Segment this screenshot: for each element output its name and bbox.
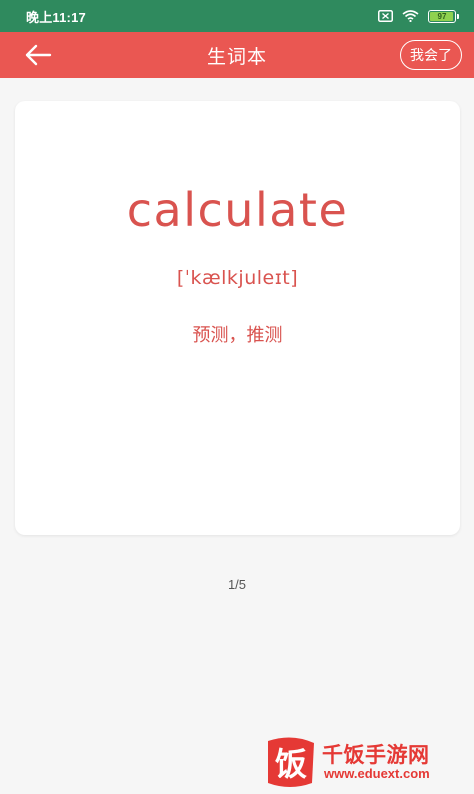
status-time: 晚上11:17 bbox=[26, 9, 86, 25]
arrow-left-icon bbox=[25, 44, 52, 66]
watermark: 饭 千饭手游网 www.eduext.com bbox=[262, 735, 462, 789]
no-sim-icon bbox=[378, 10, 393, 22]
phonetic-text: [ˈkælkjuleɪt] bbox=[176, 267, 299, 289]
word-text: calculate bbox=[126, 183, 349, 237]
app-bar: 生词本 我会了 bbox=[0, 32, 474, 78]
status-icons: 97 bbox=[378, 9, 459, 23]
battery-icon: 97 bbox=[428, 9, 459, 23]
page-counter: 1/5 bbox=[227, 577, 247, 592]
known-button[interactable]: 我会了 bbox=[400, 40, 462, 70]
site-logo: 饭 bbox=[268, 737, 314, 787]
meaning-text: 预测，推测 bbox=[192, 325, 283, 346]
page-title: 生词本 bbox=[206, 45, 267, 68]
status-bar: 晚上11:17 97 bbox=[0, 0, 474, 32]
word-card[interactable]: calculate [ˈkælkjuleɪt] 预测，推测 bbox=[15, 101, 460, 535]
site-logo-glyph: 饭 bbox=[275, 745, 307, 783]
watermark-name: 千饭手游网 bbox=[322, 743, 430, 767]
wifi-icon bbox=[402, 10, 419, 22]
battery-level-text: 97 bbox=[437, 11, 447, 21]
back-button[interactable] bbox=[22, 41, 54, 69]
watermark-url: www.eduext.com bbox=[324, 766, 430, 781]
